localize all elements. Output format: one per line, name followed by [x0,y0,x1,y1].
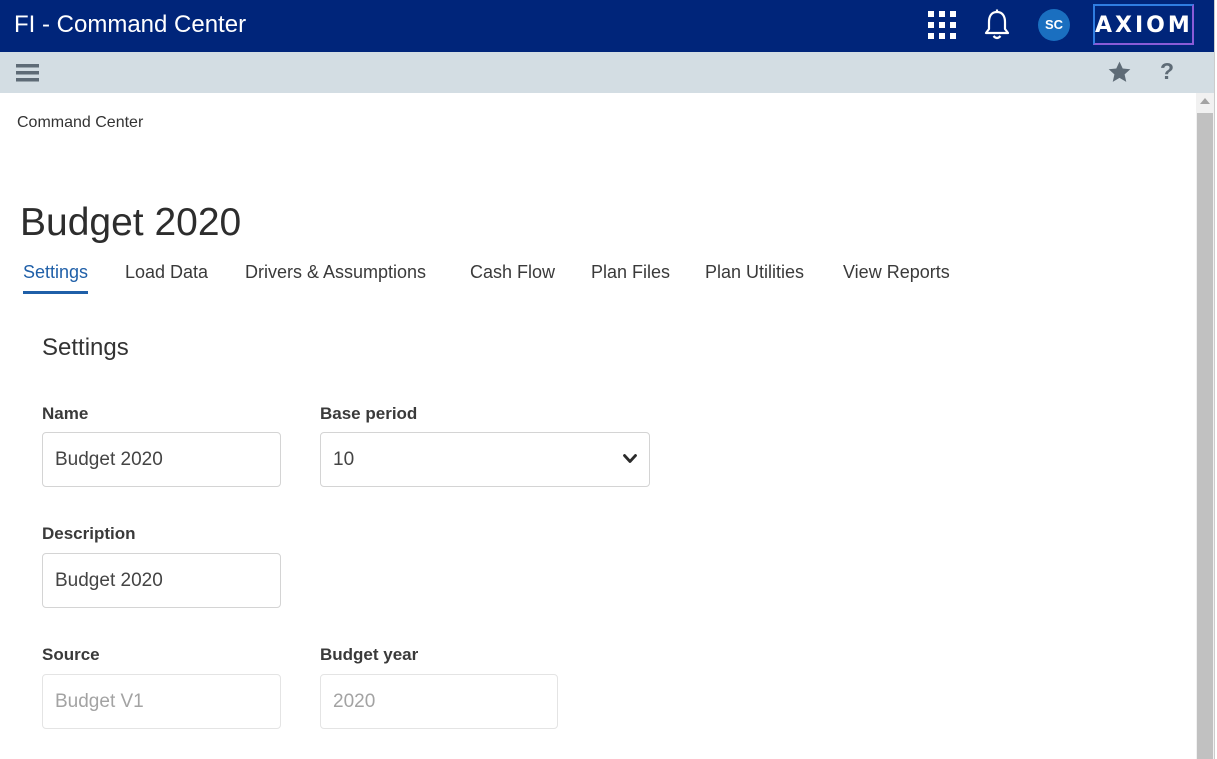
base-period-label: Base period [320,404,418,423]
settings-section-title: Settings [42,334,129,361]
name-input[interactable]: Budget 2020 [42,432,281,487]
base-period-select[interactable]: 10 [320,432,650,487]
help-icon[interactable]: ? [1160,58,1174,85]
hamburger-menu-icon[interactable] [16,64,39,82]
scroll-up-arrow-icon[interactable] [1200,98,1210,104]
base-period-value: 10 [333,449,355,470]
favorite-star-icon[interactable] [1107,60,1132,85]
tab-load-data[interactable]: Load Data [125,262,208,294]
source-label: Source [42,645,100,664]
source-input: Budget V1 [42,674,281,729]
notifications-bell-icon[interactable] [982,9,1012,41]
user-avatar[interactable]: SC [1038,9,1070,41]
breadcrumb[interactable]: Command Center [17,114,143,132]
budget-year-input: 2020 [320,674,558,729]
page-title: Budget 2020 [20,201,242,244]
logo-text: AXIOM [1095,13,1193,38]
budget-year-label: Budget year [320,645,419,664]
tab-settings[interactable]: Settings [23,262,89,294]
app-title: FI - Command Center [14,11,247,38]
tab-plan-files[interactable]: Plan Files [591,262,670,294]
tab-view-reports[interactable]: View Reports [843,262,950,294]
description-label: Description [42,524,136,543]
tab-drivers-assumptions[interactable]: Drivers & Assumptions [245,262,426,294]
secondary-toolbar: ? [0,52,1214,93]
top-bar: FI - Command Center SC AXIOM [0,0,1214,52]
scrollbar-thumb[interactable] [1197,113,1213,759]
chevron-down-icon [623,454,637,463]
tab-cash-flow[interactable]: Cash Flow [470,262,555,294]
description-input[interactable]: Budget 2020 [42,553,281,608]
vertical-scrollbar[interactable] [1196,93,1214,759]
name-label: Name [42,404,89,423]
apps-grid-icon[interactable] [928,11,956,39]
axiom-logo: AXIOM [1093,4,1194,45]
tab-plan-utilities[interactable]: Plan Utilities [705,262,804,294]
